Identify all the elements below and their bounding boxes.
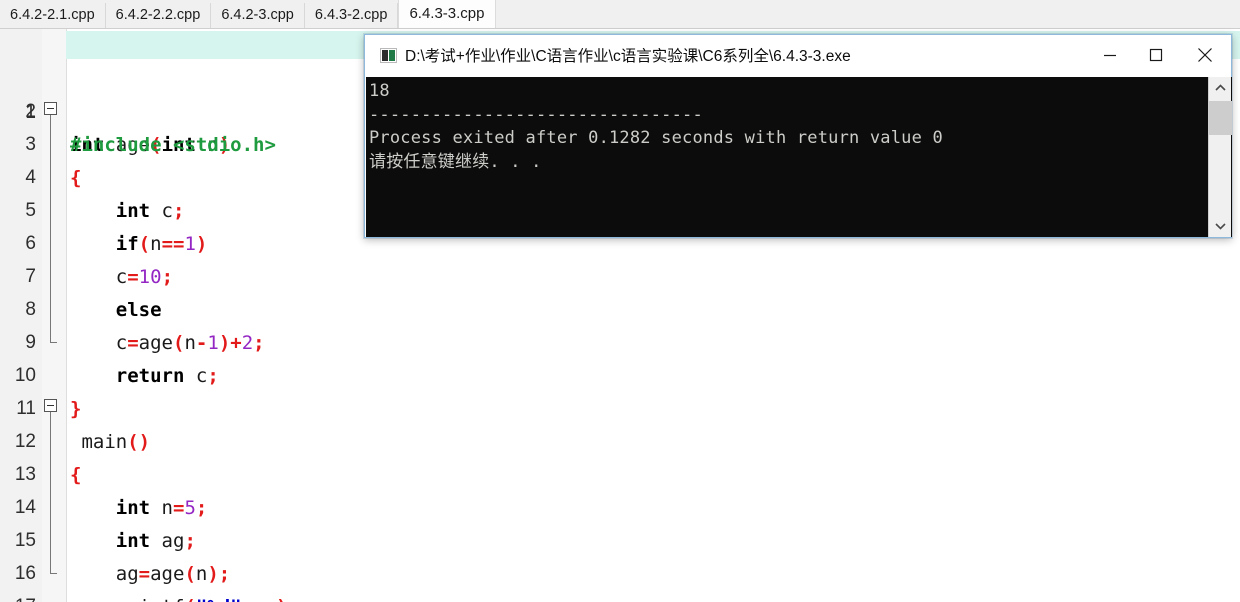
fold-guide-end-line-10: [50, 342, 57, 343]
code-line: 11 main(): [0, 359, 1240, 452]
maximize-icon: [1149, 48, 1163, 62]
console-output-text: 18 -------------------------------- Proc…: [369, 81, 943, 172]
maximize-button[interactable]: [1133, 35, 1179, 76]
tab-6-4-2-2-1[interactable]: 6.4.2-2.1.cpp: [0, 3, 106, 28]
console-title-bar[interactable]: D:\考试+作业\作业\C语言作业\c语言实验课\C6系列全\6.4.3-3.e…: [365, 35, 1231, 76]
console-scrollbar[interactable]: [1208, 77, 1232, 237]
scroll-down-arrow-icon[interactable]: [1209, 215, 1232, 237]
console-window-title: D:\考试+作业\作业\C语言作业\c语言实验课\C6系列全\6.4.3-3.e…: [405, 48, 851, 65]
line-number: 17: [0, 590, 36, 602]
code-line: 13 int n=5;: [0, 425, 1240, 518]
tab-6-4-2-3[interactable]: 6.4.2-3.cpp: [211, 3, 305, 28]
code-line: 8 c=age(n-1)+2;: [0, 260, 1240, 353]
editor-tab-bar: 6.4.2-2.1.cpp 6.4.2-2.2.cpp 6.4.2-3.cpp …: [0, 0, 1240, 29]
line-source: printf("%d",ag);: [70, 591, 299, 602]
scroll-up-arrow-icon[interactable]: [1209, 77, 1232, 99]
console-window[interactable]: D:\考试+作业\作业\C语言作业\c语言实验课\C6系列全\6.4.3-3.e…: [364, 34, 1232, 238]
code-line: 16 printf("%d",ag);: [0, 524, 1240, 602]
line-source: #include <stdio.h>: [70, 133, 276, 156]
fold-guide-line-3: [50, 115, 51, 342]
tab-6-4-3-3[interactable]: 6.4.3-3.cpp: [398, 0, 496, 28]
close-button[interactable]: [1179, 35, 1231, 76]
code-line: 17 }: [0, 557, 1240, 602]
code-line: 15 ag=age(n);: [0, 491, 1240, 584]
console-output-area[interactable]: 18 -------------------------------- Proc…: [366, 77, 1232, 237]
minimize-button[interactable]: [1087, 35, 1133, 76]
minimize-icon: [1104, 54, 1116, 57]
fold-toggle-line-3[interactable]: [44, 102, 57, 115]
console-app-icon: [380, 47, 397, 63]
fold-guide-line-12: [50, 412, 51, 573]
fold-guide-end-line-17: [50, 573, 57, 574]
tab-6-4-3-2[interactable]: 6.4.3-2.cpp: [304, 3, 399, 28]
fold-toggle-line-12[interactable]: [44, 399, 57, 412]
code-line: 9 return c;: [0, 293, 1240, 386]
code-line: 14 int ag;: [0, 458, 1240, 551]
close-icon: [1198, 48, 1212, 62]
code-line: 10 }: [0, 326, 1240, 419]
code-line: 12 {: [0, 392, 1240, 485]
scrollbar-thumb[interactable]: [1209, 101, 1232, 135]
tab-6-4-2-2-2[interactable]: 6.4.2-2.2.cpp: [105, 3, 212, 28]
